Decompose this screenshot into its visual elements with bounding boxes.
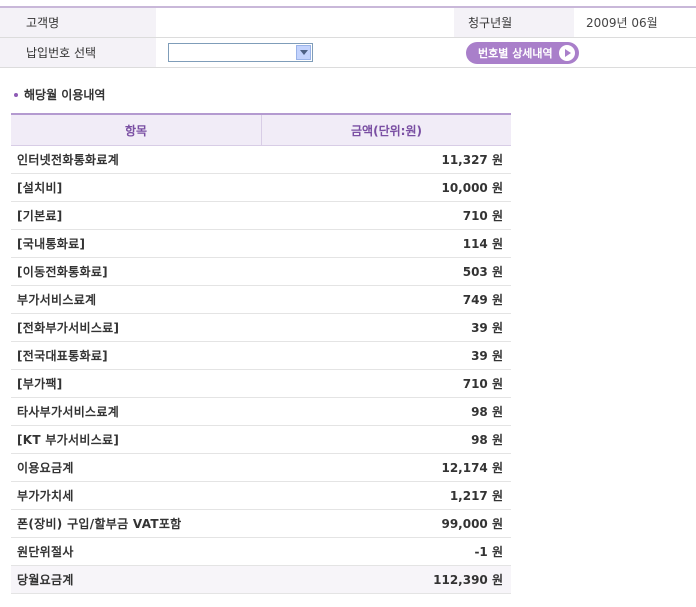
table-row: [국내통화료] 114 원 bbox=[11, 230, 511, 258]
row-item-label: 원단위절사 bbox=[17, 545, 74, 559]
table-row: 당월요금계 112,390 원 bbox=[11, 566, 511, 594]
play-arrow-icon bbox=[558, 44, 575, 61]
row-amount: 1,217 원 bbox=[449, 489, 503, 503]
section-title-text: 해당월 이용내역 bbox=[24, 88, 106, 102]
row-item-label: [부가팩] bbox=[17, 377, 63, 391]
row-amount: 98 원 bbox=[471, 433, 503, 447]
header-amount: 금액(단위:원) bbox=[351, 123, 422, 138]
customer-name-label: 고객명 bbox=[0, 8, 156, 37]
row-amount: 39 원 bbox=[471, 349, 503, 363]
table-row: [KT 부가서비스료] 98 원 bbox=[11, 426, 511, 454]
row-item-label: [기본료] bbox=[17, 209, 63, 223]
detail-button-cell: 번호별 상세내역 bbox=[454, 38, 696, 67]
table-row: [기본료] 710 원 bbox=[11, 202, 511, 230]
row-amount: 98 원 bbox=[471, 405, 503, 419]
section-title: 해당월 이용내역 bbox=[14, 86, 105, 103]
table-row: [전국대표통화료] 39 원 bbox=[11, 342, 511, 370]
customer-info-table: 고객명 청구년월 2009년 06월 납입번호 선택 번호별 상세내역 bbox=[0, 6, 696, 68]
row-amount: 12,174 원 bbox=[441, 461, 503, 475]
row-amount: 112,390 원 bbox=[433, 573, 503, 587]
row-item-label: [설치비] bbox=[17, 181, 63, 195]
row-item-label: [KT 부가서비스료] bbox=[17, 433, 120, 447]
row-amount: -1 원 bbox=[474, 545, 503, 559]
table-row: [이동전화통화료] 503 원 bbox=[11, 258, 511, 286]
bullet-icon bbox=[14, 92, 18, 97]
table-row: [부가팩] 710 원 bbox=[11, 370, 511, 398]
usage-rows: 인터넷전화통화료계 11,327 원 [설치비] 10,000 원 [기본료] 710 원… bbox=[11, 146, 511, 594]
chevron-down-icon[interactable] bbox=[296, 45, 311, 60]
payment-number-label: 납입번호 선택 bbox=[0, 38, 156, 67]
row-amount: 710 원 bbox=[462, 377, 503, 391]
header-item: 항목 bbox=[11, 115, 262, 145]
row-item-label: [국내통화료] bbox=[17, 237, 86, 251]
row-amount: 749 원 bbox=[462, 293, 503, 307]
row-item-label: 타사부가서비스료계 bbox=[17, 405, 120, 419]
row-amount: 114 원 bbox=[462, 237, 503, 251]
payment-number-cell bbox=[156, 38, 454, 67]
row-item-label: [전국대표통화료] bbox=[17, 349, 108, 363]
row-amount: 39 원 bbox=[471, 321, 503, 335]
row-item-label: 부가서비스료계 bbox=[17, 293, 97, 307]
row-item-label: 인터넷전화통화료계 bbox=[17, 153, 120, 167]
table-row: 부가가치세 1,217 원 bbox=[11, 482, 511, 510]
table-row: [전화부가서비스료] 39 원 bbox=[11, 314, 511, 342]
row-amount: 503 원 bbox=[462, 265, 503, 279]
row-item-label: [이동전화통화료] bbox=[17, 265, 108, 279]
payment-number-select[interactable] bbox=[168, 43, 313, 62]
row-item-label: [전화부가서비스료] bbox=[17, 321, 120, 335]
usage-table-header: 항목 금액(단위:원) bbox=[11, 115, 511, 146]
row-amount: 10,000 원 bbox=[441, 181, 503, 195]
info-row-payment: 납입번호 선택 번호별 상세내역 bbox=[0, 38, 696, 68]
row-item-label: 폰(장비) 구입/할부금 VAT포함 bbox=[17, 517, 182, 531]
table-row: 폰(장비) 구입/할부금 VAT포함 99,000 원 bbox=[11, 510, 511, 538]
row-item-label: 부가가치세 bbox=[17, 489, 74, 503]
billing-month-label: 청구년월 bbox=[454, 8, 574, 37]
table-row: 원단위절사 -1 원 bbox=[11, 538, 511, 566]
table-row: 부가서비스료계 749 원 bbox=[11, 286, 511, 314]
detail-button-label: 번호별 상세내역 bbox=[478, 46, 553, 60]
customer-name-value bbox=[156, 8, 454, 37]
row-amount: 99,000 원 bbox=[441, 517, 503, 531]
table-row: 이용요금계 12,174 원 bbox=[11, 454, 511, 482]
row-item-label: 당월요금계 bbox=[17, 573, 74, 587]
row-item-label: 이용요금계 bbox=[17, 461, 74, 475]
row-amount: 11,327 원 bbox=[441, 153, 503, 167]
billing-month-value: 2009년 06월 bbox=[574, 8, 696, 37]
table-row: [설치비] 10,000 원 bbox=[11, 174, 511, 202]
table-row: 인터넷전화통화료계 11,327 원 bbox=[11, 146, 511, 174]
table-row: 타사부가서비스료계 98 원 bbox=[11, 398, 511, 426]
usage-table: 항목 금액(단위:원) 인터넷전화통화료계 11,327 원 [설치비] 10,000… bbox=[11, 113, 511, 594]
row-amount: 710 원 bbox=[462, 209, 503, 223]
info-row-customer: 고객명 청구년월 2009년 06월 bbox=[0, 8, 696, 38]
detail-by-number-button[interactable]: 번호별 상세내역 bbox=[466, 41, 579, 64]
